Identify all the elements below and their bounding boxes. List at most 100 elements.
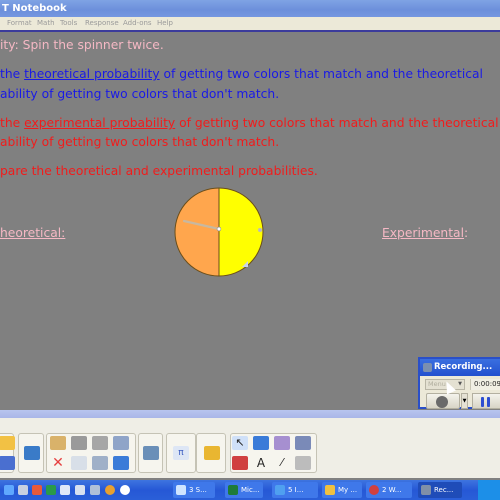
menu-help[interactable]: Help [157,17,173,30]
task-icon [369,485,379,495]
pause-button[interactable] [472,393,500,409]
select-arrow-icon[interactable]: ↖ [232,436,248,450]
handwriting-recognition-icon[interactable] [113,436,129,450]
fullscreen-icon[interactable] [113,456,129,470]
task-label: Mic... [241,486,260,494]
task2-line2: ability of getting two colors that don't… [0,135,280,149]
taskbar-item[interactable]: Mic... [225,482,263,498]
quicklaunch-app9-icon[interactable] [120,485,130,495]
delete-icon[interactable]: ✕ [50,456,66,470]
text-icon[interactable]: A [253,456,269,470]
open-file-icon[interactable] [0,436,15,450]
toolbar-group-tools: ↖ A ⁄ [230,433,317,473]
chevron-down-icon: ▼ [458,381,462,387]
table-icon[interactable] [92,456,108,470]
quicklaunch-ie-icon[interactable] [4,485,14,495]
record-options-button[interactable]: ▼ [461,393,468,409]
line-icon[interactable]: ⁄ [274,456,290,470]
task-icon [325,485,335,495]
toolbar-group-file [0,433,15,473]
pause-icon [487,397,490,407]
window-title: T Notebook [2,3,67,14]
task-icon [275,485,285,495]
task-icon [228,485,238,495]
toolbar-group-display [18,433,44,473]
menu-bar: Format Math Tools Response Add-ons Help [0,17,500,30]
eraser-icon[interactable] [295,456,311,470]
activity-text: ity: Spin the spinner twice. [0,38,164,52]
quicklaunch-chrome-icon[interactable] [105,485,115,495]
quicklaunch-app2-icon[interactable] [18,485,28,495]
shapes-icon[interactable] [253,436,269,450]
info-icon[interactable] [204,446,220,460]
quicklaunch-excel-icon[interactable] [46,485,56,495]
toolbar-group-capture [138,433,163,473]
pause-icon [481,397,484,407]
theoretical-label: heoretical: [0,226,66,240]
experimental-colon: : [464,226,469,240]
experimental-label-wrap: Experimental: [382,226,468,240]
record-button[interactable] [426,393,460,409]
quicklaunch-word-icon[interactable] [75,485,85,495]
taskbar: 3 S... Mic... 5 I... My ... 2 W... Rec..… [0,480,500,500]
quicklaunch-app5-icon[interactable] [60,485,70,495]
rotate-handle[interactable] [258,228,262,232]
task-label: 3 S... [189,486,207,494]
task3-text: pare the theoretical and experimental pr… [0,164,318,178]
task2-suffix: of getting two colors that match and the… [175,116,499,130]
toolbar-handle[interactable] [0,410,500,418]
taskbar-item-active[interactable]: Rec... [418,482,462,498]
taskbar-item[interactable]: 2 W... [366,482,412,498]
presentation-icon[interactable] [71,456,87,470]
task-label: 2 W... [382,486,402,494]
recorder-window: Recording... Menu ▼ 0:00:09 ▼ [418,357,500,409]
task-label: My ... [338,486,358,494]
fill-icon[interactable] [295,436,311,450]
recorder-icon [423,363,432,372]
task-label: Rec... [434,486,454,494]
menu-math[interactable]: Math [37,17,55,30]
undo-icon[interactable] [92,436,108,450]
recorder-elapsed-time: 0:00:09 [470,379,500,390]
theoretical-probability-link[interactable]: theoretical probability [24,67,160,81]
save-icon[interactable] [0,456,15,470]
spinner-section-yellow [219,188,263,276]
recorder-title-bar: Recording... [420,359,500,376]
spinner-center-pin [216,226,222,232]
experimental-label: Experimental [382,226,465,240]
spinner[interactable] [174,187,264,277]
menu-tools[interactable]: Tools [60,17,77,30]
taskbar-item[interactable]: 3 S... [173,482,215,498]
task-icon [421,485,431,495]
task1-prefix: the [0,67,25,81]
system-tray[interactable] [478,480,500,500]
paste-icon[interactable] [50,436,66,450]
menu-format[interactable]: Format [7,17,32,30]
task-icon [176,485,186,495]
task2-line1: the experimental probability of getting … [0,116,499,130]
task1-line2: ability of getting two colors that don't… [0,87,280,101]
taskbar-item[interactable]: 5 I... [272,482,318,498]
menu-response[interactable]: Response [85,17,119,30]
taskbar-item[interactable]: My ... [322,482,362,498]
task1-suffix: of getting two colors that match and the… [159,67,483,81]
menu-add-ons[interactable]: Add-ons [123,17,152,30]
quicklaunch-app7-icon[interactable] [90,485,100,495]
task-label: 5 I... [288,486,304,494]
magic-pen-icon[interactable] [274,436,290,450]
toolbar: ✕ π ↖ A ⁄ [0,418,500,478]
recorder-title: Recording... [434,362,493,372]
pens-icon[interactable] [232,456,248,470]
record-icon [436,396,448,408]
spinner-section-orange [175,188,219,276]
experimental-probability-link[interactable]: experimental probability [24,116,175,130]
task1-line1: the theoretical probability of getting t… [0,67,483,81]
pi-icon[interactable]: π [173,446,189,460]
toolbar-group-math: π [166,433,196,473]
camera-icon[interactable] [71,436,87,450]
task2-prefix: the [0,116,25,130]
window-title-bar: T Notebook [0,0,500,17]
quicklaunch-app3-icon[interactable] [32,485,42,495]
capture-icon[interactable] [143,446,159,460]
screen-shade-icon[interactable] [24,446,40,460]
